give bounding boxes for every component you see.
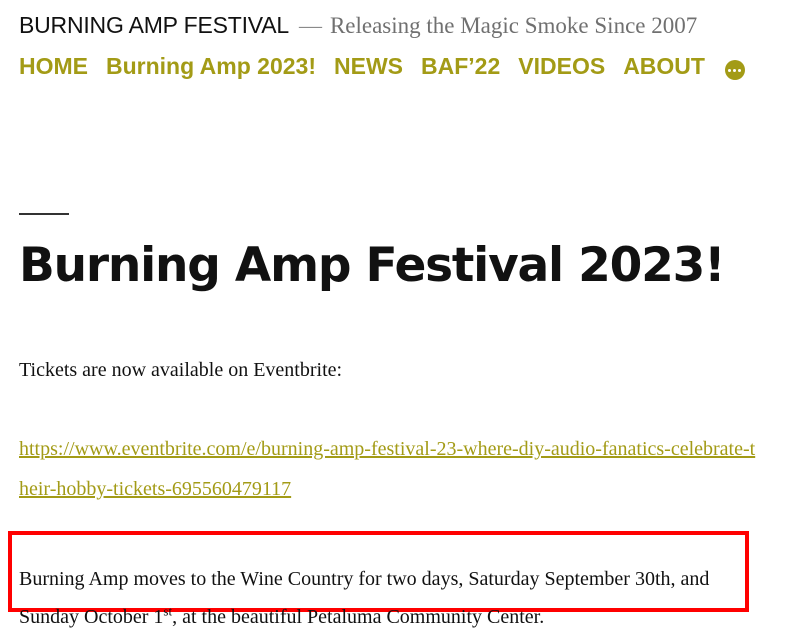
venue-ordinal-suffix: st bbox=[163, 603, 173, 619]
eventbrite-ticket-link[interactable]: https://www.eventbrite.com/e/burning-amp… bbox=[19, 429, 759, 509]
nav-item-home[interactable]: HOME bbox=[19, 53, 88, 80]
site-header: BURNING AMP FESTIVAL — Releasing the Mag… bbox=[19, 12, 697, 39]
page-title: Burning Amp Festival 2023! bbox=[19, 238, 726, 293]
site-title[interactable]: BURNING AMP FESTIVAL bbox=[19, 12, 289, 38]
nav-item-videos[interactable]: VIDEOS bbox=[518, 53, 605, 80]
page: BURNING AMP FESTIVAL — Releasing the Mag… bbox=[0, 0, 795, 634]
nav-item-burning-amp-2023[interactable]: Burning Amp 2023! bbox=[106, 53, 316, 80]
title-divider bbox=[19, 213, 69, 215]
site-description: Releasing the Magic Smoke Since 2007 bbox=[329, 13, 698, 38]
nav-item-baf22[interactable]: BAF’22 bbox=[421, 53, 500, 80]
venue-text-end: , at the beautiful Petaluma Community Ce… bbox=[172, 606, 545, 628]
site-title-separator: — bbox=[298, 13, 322, 38]
ellipsis-icon[interactable] bbox=[724, 60, 745, 80]
nav-item-about[interactable]: ABOUT bbox=[623, 53, 705, 80]
nav-item-news[interactable]: NEWS bbox=[334, 53, 403, 80]
venue-paragraph: Burning Amp moves to the Wine Country fo… bbox=[19, 560, 749, 634]
tickets-paragraph: Tickets are now available on Eventbrite: bbox=[19, 359, 343, 381]
main-navigation: HOME Burning Amp 2023! NEWS BAF’22 VIDEO… bbox=[19, 52, 745, 80]
